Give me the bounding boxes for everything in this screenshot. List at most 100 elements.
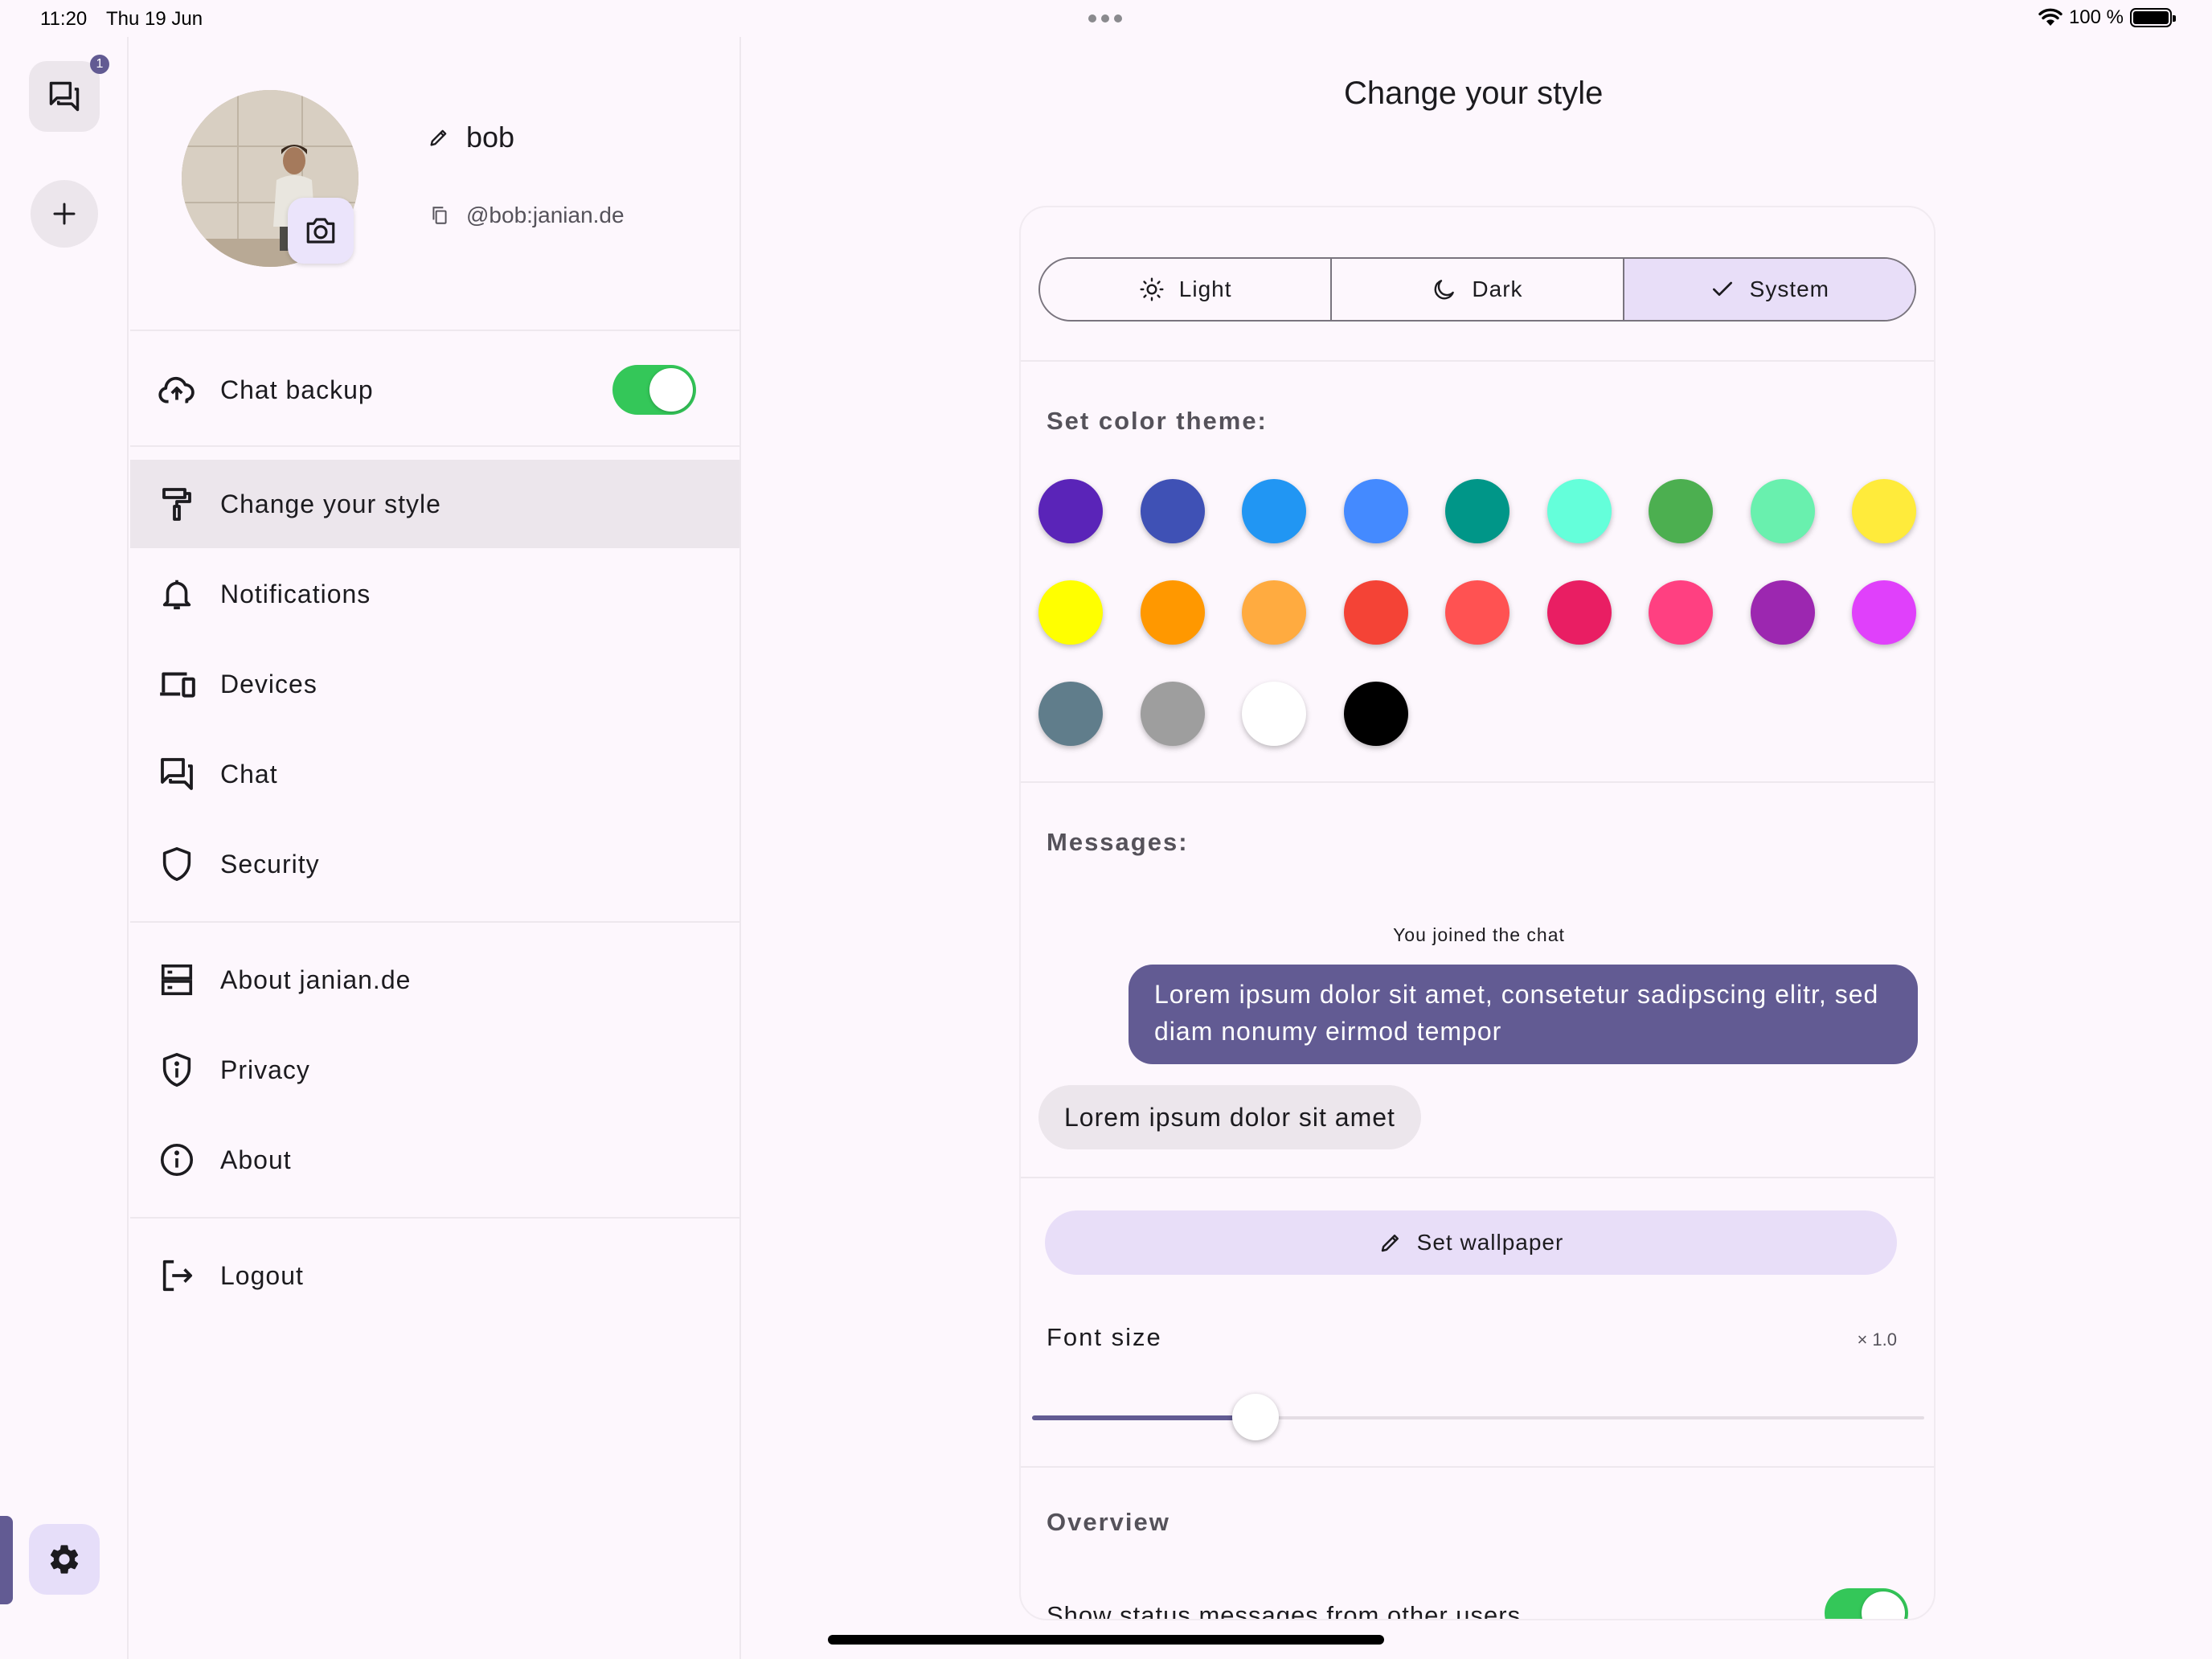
messages-label: Messages: [1047, 828, 1189, 856]
chat-backup-toggle[interactable] [612, 365, 696, 415]
plus-icon [50, 199, 79, 228]
color-swatch[interactable] [1649, 580, 1713, 645]
color-swatch[interactable] [1038, 479, 1103, 543]
rail-selected-indicator [0, 1516, 13, 1604]
menu-label: About [220, 1145, 292, 1174]
menu-item-about[interactable]: About [130, 1116, 739, 1204]
color-swatch[interactable] [1343, 479, 1408, 543]
menu-item-privacy[interactable]: Privacy [130, 1026, 739, 1114]
unread-badge: 1 [90, 55, 109, 74]
color-swatch[interactable] [1343, 682, 1408, 746]
battery-icon [2130, 8, 2176, 27]
menu-label: Change your style [220, 489, 441, 518]
menu-label: Chat backup [220, 375, 374, 404]
color-swatch[interactable] [1750, 479, 1815, 543]
menu-label: Devices [220, 669, 317, 698]
color-swatch[interactable] [1242, 580, 1306, 645]
theme-mode-label: Dark [1472, 276, 1523, 301]
sun-icon [1139, 276, 1165, 302]
chats-button[interactable] [29, 61, 100, 132]
menu-item-chat-backup[interactable]: Chat backup [130, 346, 739, 434]
page-title: Change your style [1344, 76, 1604, 111]
theme-mode-label: System [1749, 276, 1829, 301]
camera-icon [304, 214, 338, 248]
menu-label: Logout [220, 1260, 304, 1290]
status-messages-label: Show status messages from other users [1047, 1601, 1522, 1620]
menu-item-devices[interactable]: Devices [130, 640, 739, 728]
divider [1021, 781, 1934, 783]
menu-item-logout[interactable]: Logout [130, 1231, 739, 1320]
chats-icon [47, 79, 82, 114]
info-icon [156, 1139, 198, 1181]
incoming-message-bubble: Lorem ipsum dolor sit amet [1038, 1085, 1421, 1149]
color-swatch[interactable] [1445, 479, 1509, 543]
status-time: 11:20 [40, 8, 88, 30]
set-wallpaper-button[interactable]: Set wallpaper [1045, 1210, 1897, 1275]
battery-percent: 100 % [2068, 6, 2124, 28]
server-icon [156, 959, 198, 1001]
settings-button[interactable] [29, 1524, 100, 1595]
moon-icon [1432, 276, 1457, 302]
check-icon [1710, 276, 1735, 302]
color-swatch[interactable] [1852, 580, 1916, 645]
color-swatch[interactable] [1140, 580, 1205, 645]
shield-icon [156, 843, 198, 885]
multitasking-dots[interactable] [1088, 14, 1122, 23]
color-swatch[interactable] [1750, 580, 1815, 645]
status-bar: 11:20 Thu 19 Jun 100 % [0, 0, 2212, 37]
color-swatch[interactable] [1852, 479, 1916, 543]
menu-label: Chat [220, 759, 278, 789]
color-swatch[interactable] [1546, 479, 1612, 543]
divider [1021, 1177, 1934, 1178]
divider [130, 330, 739, 331]
theme-mode-dark[interactable]: Dark [1332, 259, 1624, 320]
copy-icon [429, 205, 450, 226]
color-swatch[interactable] [1649, 479, 1713, 543]
style-settings-card: Light Dark System Set color theme: Messa… [1019, 206, 1936, 1620]
color-swatch[interactable] [1140, 682, 1205, 746]
theme-mode-system[interactable]: System [1624, 259, 1915, 320]
menu-label: Notifications [220, 579, 371, 608]
profile-name-row[interactable]: bob [428, 121, 514, 154]
system-message: You joined the chat [1393, 924, 1565, 945]
font-size-slider[interactable] [1032, 1394, 1924, 1440]
color-swatch[interactable] [1343, 580, 1408, 645]
slider-fill [1032, 1415, 1256, 1420]
wifi-icon [2038, 8, 2062, 27]
divider [1021, 1466, 1934, 1468]
menu-item-security[interactable]: Security [130, 820, 739, 908]
profile-id-row[interactable]: @bob:janian.de [429, 203, 625, 228]
color-swatch[interactable] [1242, 682, 1306, 746]
slider-thumb[interactable] [1231, 1394, 1279, 1440]
change-avatar-button[interactable] [288, 198, 354, 264]
font-size-label: Font size [1047, 1323, 1162, 1351]
divider [130, 921, 739, 923]
color-swatch[interactable] [1445, 580, 1509, 645]
overview-label: Overview [1047, 1508, 1170, 1536]
color-theme-label: Set color theme: [1047, 407, 1268, 435]
theme-mode-light[interactable]: Light [1040, 259, 1333, 320]
profile-name: bob [466, 121, 515, 154]
devices-icon [156, 663, 198, 705]
pencil-icon [1378, 1231, 1403, 1255]
theme-mode-selector: Light Dark System [1038, 257, 1916, 322]
status-right: 100 % [2038, 6, 2176, 29]
color-swatch[interactable] [1242, 479, 1306, 543]
menu-label: Security [220, 849, 320, 879]
cloud-upload-icon [156, 369, 198, 411]
color-swatch[interactable] [1546, 580, 1612, 645]
color-swatch[interactable] [1038, 580, 1103, 645]
color-swatch[interactable] [1140, 479, 1205, 543]
bell-icon [156, 573, 198, 615]
font-size-value: × 1.0 [1857, 1329, 1897, 1350]
navigation-rail: 1 [0, 37, 129, 1659]
menu-item-about-server[interactable]: About janian.de [130, 936, 739, 1024]
menu-item-notifications[interactable]: Notifications [130, 550, 739, 638]
menu-item-change-style[interactable]: Change your style [130, 460, 739, 548]
status-messages-toggle[interactable] [1825, 1588, 1908, 1619]
home-indicator [828, 1635, 1384, 1645]
color-swatch[interactable] [1038, 682, 1103, 746]
menu-label: About janian.de [220, 965, 412, 994]
add-space-button[interactable] [31, 180, 98, 248]
menu-item-chat[interactable]: Chat [130, 730, 739, 818]
